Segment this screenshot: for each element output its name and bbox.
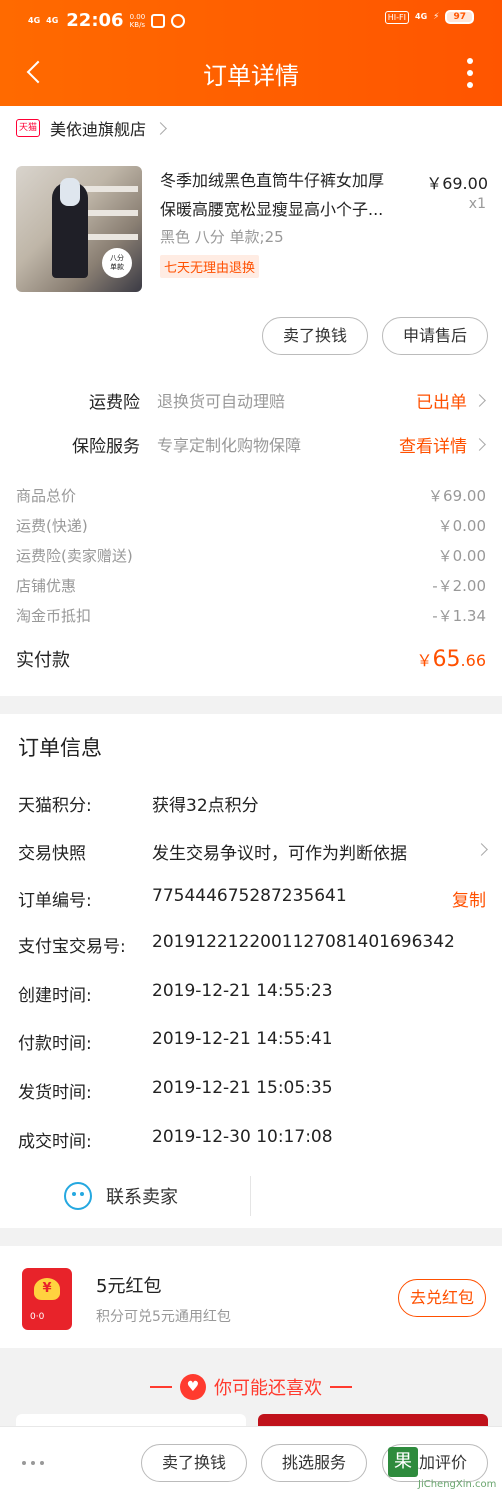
redpack-title: 5元红包 (96, 1276, 162, 1297)
more-dots-icon[interactable] (22, 1461, 44, 1465)
product-title[interactable]: 冬季加绒黑色直筒牛仔裤女加厚 保暖高腰宽松显瘦显高小个子... (160, 166, 418, 224)
chevron-right-icon (475, 843, 488, 856)
sell-button-bottom[interactable]: 卖了换钱 (141, 1444, 247, 1482)
watermark-text: JiChengXin.com (418, 1479, 497, 1490)
paid-amount: ￥65.66 (416, 647, 486, 672)
fee-row: 淘金币抵扣 -￥1.34 (16, 607, 486, 625)
more-options-button[interactable] (458, 54, 482, 92)
app-header: 4G 4G 22:06 0.00 KB/s HI-FI 4G ⚡ 97 订单详情 (0, 0, 502, 106)
after-sale-button[interactable]: 申请售后 (382, 317, 488, 355)
notification-icon (151, 13, 166, 28)
more-dot-icon (467, 82, 473, 88)
sell-button[interactable]: 卖了换钱 (262, 317, 368, 355)
service-desc: 专享定制化购物保障 (157, 436, 302, 455)
service-label: 运费险 (89, 393, 140, 413)
network-indicator-3: 4G (415, 12, 428, 21)
heart-icon: ♥ (180, 1374, 206, 1400)
hifi-badge: HI-FI (384, 10, 409, 24)
product-sku: 黑色 八分 单款;25 (160, 228, 284, 246)
status-bar: 4G 4G 22:06 0.00 KB/s HI-FI 4G ⚡ 97 (0, 0, 502, 38)
network-indicator: 4G (28, 15, 41, 25)
service-label: 保险服务 (72, 437, 140, 457)
paid-total-row: 实付款 ￥65.66 (16, 646, 486, 672)
chevron-right-icon (473, 394, 486, 407)
return-policy-tag: 七天无理由退换 (160, 255, 260, 278)
service-link: 查看详情 (399, 432, 486, 457)
paid-label: 实付款 (16, 650, 70, 671)
red-packet-icon: ¥ 0·0 (22, 1268, 72, 1330)
chevron-right-icon (473, 438, 486, 451)
network-speed: 0.00 KB/s (129, 12, 146, 29)
service-link: 已出单 (416, 388, 486, 413)
shop-name: 美依迪旗舰店 (50, 120, 147, 139)
product-image[interactable]: 八分 单款 (16, 166, 142, 292)
fee-row: 运费(快递) ￥0.00 (16, 517, 486, 535)
wangwang-chat-icon (64, 1182, 92, 1210)
charging-icon: ⚡ (433, 12, 440, 22)
pick-service-button[interactable]: 挑选服务 (261, 1444, 367, 1482)
fee-row: 店铺优惠 -￥2.00 (16, 577, 486, 595)
more-dot-icon (467, 70, 473, 76)
product-image-tag: 八分 单款 (102, 248, 132, 278)
shop-link[interactable]: 天猫 美依迪旗舰店 (16, 116, 167, 140)
chevron-right-icon (154, 121, 167, 135)
order-number: 775444675287235641 (152, 886, 347, 906)
fee-row: 运费险(卖家赠送) ￥0.00 (16, 547, 486, 565)
app-notification-icon (171, 13, 186, 28)
battery-indicator: 97 (445, 10, 474, 24)
more-dot-icon (467, 58, 473, 64)
product-price: ￥69.00 (426, 174, 488, 193)
redeem-redpack-button[interactable]: 去兑红包 (398, 1279, 486, 1317)
contact-seller-button[interactable]: 联系卖家 (64, 1182, 178, 1210)
watermark-logo: 果 (388, 1447, 418, 1477)
redpack-subtitle: 积分可兑5元通用红包 (96, 1309, 231, 1325)
fee-row: 商品总价 ￥69.00 (16, 487, 486, 505)
product-quantity: x1 (468, 196, 486, 212)
page-title: 订单详情 (203, 62, 299, 90)
recommend-header: ♥ 你可能还喜欢 (0, 1374, 502, 1400)
copy-button[interactable]: 复制 (452, 886, 486, 911)
divider (250, 1176, 251, 1216)
status-time: 22:06 (66, 10, 124, 31)
tmall-icon: 天猫 (16, 119, 40, 137)
bottom-action-bar: 卖了换钱 挑选服务 追加评价 果 JiChengXin.com (0, 1426, 502, 1500)
order-info-title: 订单信息 (18, 736, 102, 760)
network-indicator-2: 4G (46, 15, 59, 25)
service-desc: 退换货可自动理赔 (157, 392, 286, 411)
